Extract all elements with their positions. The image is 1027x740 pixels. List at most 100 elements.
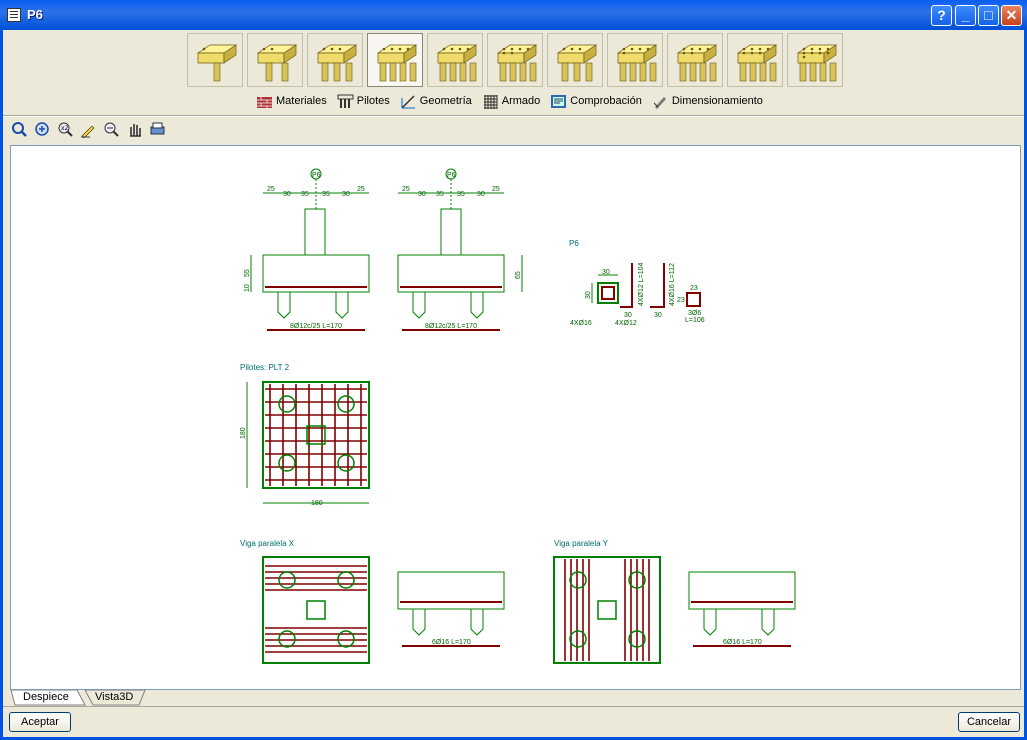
pile-cap-type-button[interactable] — [547, 33, 603, 87]
menu-label: Armado — [501, 95, 541, 107]
help-button[interactable]: ? — [931, 5, 952, 26]
beam-y-title: Viga paralela Y — [554, 539, 609, 548]
plan-view: Pilotes: PLT 2 180 180 — [240, 363, 370, 507]
pile-cap-type-button[interactable] — [427, 33, 483, 87]
print-icon[interactable] — [149, 121, 166, 138]
beam-x-view: Viga paralela X 6Ø16 L=170 — [240, 539, 505, 664]
bottom-separator — [3, 706, 1024, 707]
menu-dimensionamiento[interactable]: Dimensionamiento — [652, 94, 763, 109]
beam-x-title: Viga paralela X — [240, 539, 295, 548]
pan-icon[interactable] — [126, 121, 143, 138]
section-view-1: P6 25 30 35 35 30 25 55 10 8Ø12c/25 L=17… — [244, 168, 370, 331]
bar-label: 6Ø16 L=170 — [723, 639, 762, 646]
pile-cap-icon — [556, 44, 598, 82]
geometry-icon — [401, 94, 415, 109]
dim-label: 30 — [624, 312, 632, 319]
dim-label: 30 — [477, 191, 485, 198]
beam-y-view: Viga paralela Y 6Ø16 L=170 — [553, 539, 796, 664]
menu-materiales[interactable]: Materiales — [256, 94, 327, 109]
dim-label: 30 — [585, 291, 592, 299]
app-icon — [7, 8, 21, 22]
pile-cap-type-button[interactable] — [727, 33, 783, 87]
pile-cap-icon — [316, 44, 358, 82]
minimize-button[interactable]: _ — [955, 5, 976, 26]
dim-label: 35 — [457, 191, 465, 198]
zoom-extents-icon[interactable] — [11, 121, 28, 138]
dim-label: 25 — [402, 186, 410, 193]
pile-cap-type-toolbar — [187, 33, 847, 88]
pile-cap-icon — [436, 44, 478, 82]
bar-label: 4XØ12 — [615, 320, 637, 327]
pile-cap-type-button[interactable] — [307, 33, 363, 87]
pile-cap-type-button[interactable] — [187, 33, 243, 87]
sizing-icon — [653, 96, 666, 109]
dim-label: 23 — [677, 297, 685, 304]
dim-label: 30 — [283, 191, 291, 198]
bar-label: 4XØ16 L=112 — [669, 263, 676, 306]
menu-geometria[interactable]: Geometría — [400, 94, 472, 109]
close-button[interactable]: ✕ — [1001, 5, 1022, 26]
bar-label: 3Ø6 — [688, 310, 701, 317]
zoom-x2-icon[interactable]: x2 — [57, 121, 74, 138]
dim-label: 10 — [244, 284, 251, 292]
dim-label: 30 — [654, 312, 662, 319]
bar-label: 8Ø12c/25 L=170 — [425, 323, 477, 330]
menu-pilotes[interactable]: Pilotes — [337, 94, 390, 109]
menu-label: Geometría — [419, 95, 472, 107]
column-label: P6 — [447, 172, 456, 179]
view-toolbar: x2 — [11, 121, 172, 141]
menu-armado[interactable]: Armado — [482, 94, 541, 109]
dim-label: 23 — [690, 285, 698, 292]
column-detail-title: P6 — [569, 239, 579, 248]
accept-button[interactable]: Aceptar — [9, 712, 71, 732]
menu-label: Pilotes — [356, 95, 390, 107]
dim-label: 30 — [602, 269, 610, 276]
dim-label: 25 — [492, 186, 500, 193]
pile-cap-icon — [376, 44, 418, 82]
dim-label: 180 — [240, 427, 247, 439]
bar-label: L=106 — [685, 317, 705, 324]
maximize-button[interactable]: □ — [978, 5, 999, 26]
dim-label: 30 — [418, 191, 426, 198]
zoom-out-icon[interactable] — [103, 121, 120, 138]
section-menu: Materiales Pilotes Geometría Armado Comp… — [256, 92, 773, 110]
pile-cap-type-button[interactable] — [247, 33, 303, 87]
piles-title: Pilotes: PLT 2 — [240, 363, 290, 372]
dim-label: 35 — [322, 191, 330, 198]
pile-cap-icon — [676, 44, 718, 82]
dim-label: 180 — [311, 500, 323, 507]
pile-cap-window: P6 ? _ □ ✕ Materiales Pilotes Geometría … — [0, 0, 1027, 740]
title-bar[interactable]: P6 ? _ □ ✕ — [0, 0, 1027, 30]
dim-label: 35 — [301, 191, 309, 198]
pile-cap-type-button[interactable] — [667, 33, 723, 87]
dim-label: 25 — [357, 186, 365, 193]
edit-icon[interactable] — [80, 121, 97, 138]
check-icon — [551, 94, 567, 108]
toolbar-separator — [3, 115, 1024, 117]
pile-cap-type-button[interactable] — [607, 33, 663, 87]
tab-vista3d[interactable]: Vista3D — [89, 690, 139, 706]
pile-cap-type-button[interactable] — [787, 33, 843, 87]
window-title: P6 — [27, 7, 43, 22]
drawing-canvas[interactable]: P6 25 30 35 35 30 25 55 10 8Ø12c/25 L=17… — [10, 145, 1021, 690]
dim-label: 35 — [436, 191, 444, 198]
menu-label: Materiales — [276, 95, 327, 107]
dim-label: 65 — [515, 271, 522, 279]
column-detail: P6 30 30 4XØ12 L=104 4XØ16 L=112 30 30 2… — [569, 239, 705, 327]
reinforcement-icon — [483, 94, 498, 109]
tab-despiece[interactable]: Despiece — [17, 690, 75, 706]
zoom-window-icon[interactable] — [34, 121, 51, 138]
bar-label: 8Ø12c/25 L=170 — [290, 323, 342, 330]
menu-comprobacion[interactable]: Comprobación — [550, 94, 642, 109]
materials-icon — [257, 96, 272, 108]
pile-cap-icon — [736, 44, 778, 82]
pile-cap-icon — [796, 44, 838, 82]
pile-cap-type-button[interactable] — [367, 33, 423, 87]
dim-label: 25 — [267, 186, 275, 193]
pile-cap-icon — [496, 44, 538, 82]
cancel-button[interactable]: Cancelar — [958, 712, 1020, 732]
column-label: P6 — [312, 172, 321, 179]
pile-cap-icon — [256, 44, 298, 82]
menu-label: Comprobación — [570, 95, 642, 107]
pile-cap-type-button[interactable] — [487, 33, 543, 87]
